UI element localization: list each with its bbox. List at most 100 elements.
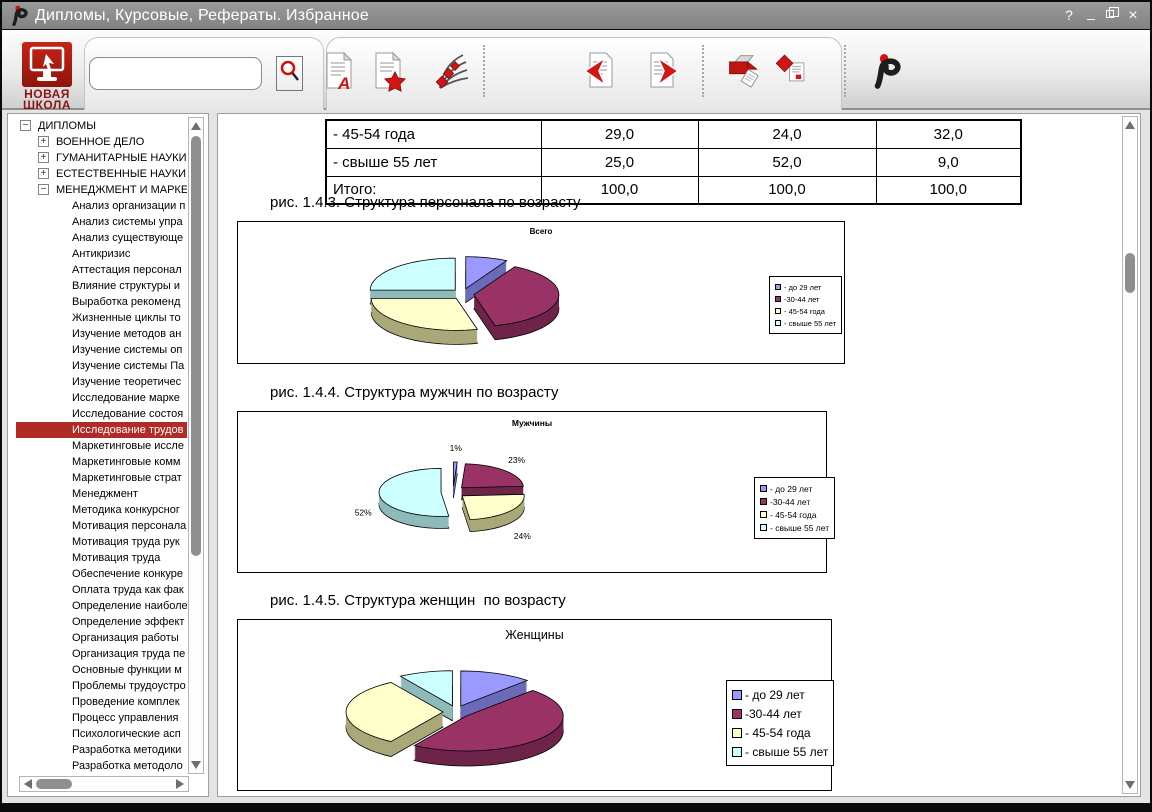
tree-item[interactable]: Проведение комплек	[16, 694, 187, 710]
legend-swatch	[732, 747, 742, 757]
tree-item[interactable]: Мотивация персонала	[16, 518, 187, 534]
table-cell: 29,0	[541, 120, 698, 148]
tree-item[interactable]: Организация труда пе	[16, 646, 187, 662]
collapse-icon[interactable]: −	[20, 120, 31, 131]
expand-icon[interactable]: +	[38, 136, 49, 147]
search-input[interactable]	[89, 57, 262, 90]
tree-item[interactable]: Мотивация труда рук	[16, 534, 187, 550]
tree-item-label: Определение наиболе	[72, 600, 187, 612]
tree-item[interactable]: Изучение методов ан	[16, 326, 187, 342]
chart-caption: рис. 1.4.5. Структура женщин по возрасту	[270, 592, 566, 609]
tree-item[interactable]: Жизненные циклы то	[16, 310, 187, 326]
tree-scroll-thumb[interactable]	[191, 136, 201, 556]
tree-item[interactable]: Организация работы	[16, 630, 187, 646]
tree-hscroll-thumb[interactable]	[36, 779, 72, 789]
search-button[interactable]	[276, 56, 303, 91]
percent-label: 24%	[514, 531, 531, 541]
tree-item[interactable]: Изучение теоретичес	[16, 374, 187, 390]
document-star-icon[interactable]	[371, 50, 407, 92]
tree-item[interactable]: Обеспечение конкуре	[16, 566, 187, 582]
expand-icon[interactable]: +	[38, 168, 49, 179]
tree-item[interactable]: Выработка рекоменд	[16, 294, 187, 310]
tree-item[interactable]: Определение наиболе	[16, 598, 187, 614]
document-vertical-scrollbar[interactable]	[1122, 116, 1138, 794]
logo-monitor-icon	[22, 42, 72, 87]
print-icon[interactable]	[726, 50, 762, 92]
scroll-right-arrow[interactable]	[176, 779, 184, 789]
tree-item[interactable]: Изучение системы Па	[16, 358, 187, 374]
minimize-button[interactable]: _	[1082, 6, 1100, 25]
tree-item[interactable]: Разработка методоло	[16, 758, 187, 772]
tree-item[interactable]: Менеджмент	[16, 486, 187, 502]
collapse-icon[interactable]: −	[38, 184, 49, 195]
legend-label: - до 29 лет	[784, 283, 821, 292]
help-button[interactable]: ?	[1060, 6, 1078, 25]
tree-item-label: Анализ организации п	[72, 200, 185, 212]
tree-item[interactable]: Маркетинговые иссле	[16, 438, 187, 454]
export-icon[interactable]	[776, 50, 812, 92]
tree-item[interactable]: Методика конкурсног	[16, 502, 187, 518]
legend-label: - свыше 55 лет	[770, 523, 829, 533]
tree-vertical-scrollbar[interactable]	[188, 117, 204, 774]
tree-item[interactable]: Исследование состоя	[16, 406, 187, 422]
table-cell: 9,0	[876, 148, 1021, 176]
fan-icon[interactable]	[433, 50, 469, 92]
tree-item[interactable]: +ВОЕННОЕ ДЕЛО	[16, 134, 187, 150]
expand-icon[interactable]: +	[38, 152, 49, 163]
tree-item[interactable]: Маркетинговые комм	[16, 454, 187, 470]
scroll-down-arrow[interactable]	[1125, 781, 1135, 789]
tree-item[interactable]: Изучение системы оп	[16, 342, 187, 358]
tree-item[interactable]: Разработка методики	[16, 742, 187, 758]
tree-item[interactable]: Определение эффект	[16, 614, 187, 630]
pie-chart-total: Всего - до 29 лет-30-44 лет- 45-54 года-…	[237, 221, 845, 364]
tree-item[interactable]: Психологические асп	[16, 726, 187, 742]
tree-item-label: Психологические асп	[72, 728, 181, 740]
brand-icon[interactable]	[871, 50, 901, 92]
forward-icon[interactable]	[646, 50, 682, 92]
scroll-up-arrow[interactable]	[191, 122, 201, 130]
tree-item[interactable]: Основные функции м	[16, 662, 187, 678]
tree-item-label: Изучение методов ан	[72, 328, 181, 340]
pie-chart-men: Мужчины 1%23%24%52% - до 29 лет-30-44 ле…	[237, 411, 827, 573]
tree-item[interactable]: Исследование трудов	[16, 422, 187, 438]
document-scroll-thumb[interactable]	[1125, 253, 1135, 293]
tree-item[interactable]: Анализ системы упра	[16, 214, 187, 230]
app-logo: НОВАЯ ШКОЛА	[21, 42, 73, 111]
chart-legend: - до 29 лет-30-44 лет- 45-54 года- свыше…	[769, 276, 842, 334]
tree-item-label: Анализ системы упра	[72, 216, 183, 228]
tree-item[interactable]: +ГУМАНИТАРНЫЕ НАУКИ	[16, 150, 187, 166]
legend-label: - свыше 55 лет	[745, 745, 828, 759]
tree-item[interactable]: Влияние структуры и	[16, 278, 187, 294]
close-button[interactable]: ×	[1124, 6, 1142, 25]
toolbar-separator	[844, 45, 846, 97]
tree-item[interactable]: Мотивация труда	[16, 550, 187, 566]
tree-item[interactable]: −МЕНЕДЖМЕНТ И МАРКЕ	[16, 182, 187, 198]
tree-item[interactable]: Процесс управления	[16, 710, 187, 726]
pie-chart: 1%23%24%52%	[238, 412, 826, 572]
tree-item[interactable]: +ЕСТЕСТВЕННЫЕ НАУКИ	[16, 166, 187, 182]
document-a-icon[interactable]: A	[321, 50, 357, 92]
tree-item[interactable]: Анализ существующе	[16, 230, 187, 246]
tree-item-label: ДИПЛОМЫ	[38, 120, 96, 132]
tree-horizontal-scrollbar[interactable]	[19, 776, 189, 792]
scroll-left-arrow[interactable]	[24, 779, 32, 789]
scroll-up-arrow[interactable]	[1125, 121, 1135, 129]
chart-legend: - до 29 лет-30-44 лет- 45-54 года- свыше…	[726, 680, 834, 766]
back-icon[interactable]	[581, 50, 617, 92]
legend-swatch	[732, 728, 742, 738]
tree-item[interactable]: Маркетинговые страт	[16, 470, 187, 486]
tree-item[interactable]: −ДИПЛОМЫ	[16, 118, 187, 134]
percent-label: 23%	[508, 455, 525, 465]
tree-item[interactable]: Антикризис	[16, 246, 187, 262]
tree-item-label: Менеджмент	[72, 488, 138, 500]
tree-item[interactable]: Исследование марке	[16, 390, 187, 406]
tree-item-label: МЕНЕДЖМЕНТ И МАРКЕ	[56, 184, 187, 196]
tree-item[interactable]: Оплата труда как фак	[16, 582, 187, 598]
tree-item[interactable]: Анализ организации п	[16, 198, 187, 214]
scroll-down-arrow[interactable]	[191, 761, 201, 769]
tree-item[interactable]: Аттестация персонал	[16, 262, 187, 278]
legend-swatch	[760, 485, 767, 492]
restore-button[interactable]	[1103, 6, 1121, 25]
tree-item[interactable]: Проблемы трудоустро	[16, 678, 187, 694]
app-body: −ДИПЛОМЫ+ВОЕННОЕ ДЕЛО+ГУМАНИТАРНЫЕ НАУКИ…	[2, 110, 1150, 803]
